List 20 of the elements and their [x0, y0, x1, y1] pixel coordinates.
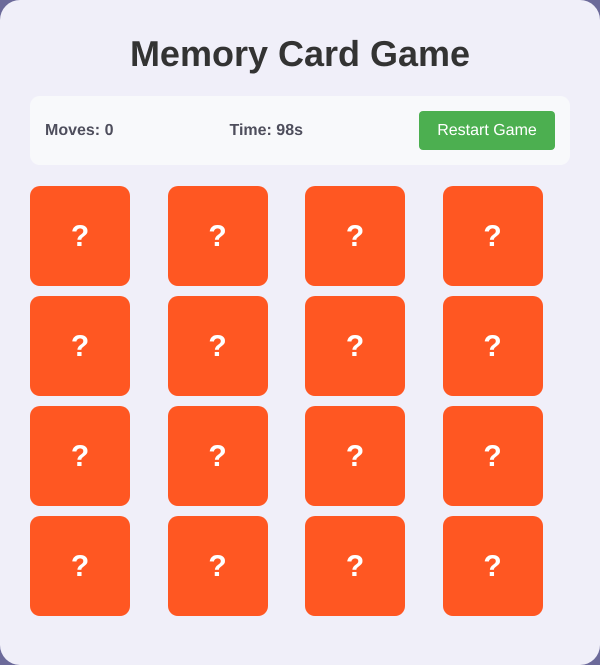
- memory-card[interactable]: ?: [168, 516, 268, 616]
- memory-card[interactable]: ?: [30, 516, 130, 616]
- restart-button[interactable]: Restart Game: [419, 111, 555, 150]
- timer: Time: 98s: [229, 120, 303, 140]
- memory-card[interactable]: ?: [305, 406, 405, 506]
- memory-card[interactable]: ?: [30, 186, 130, 286]
- memory-card[interactable]: ?: [305, 186, 405, 286]
- memory-card[interactable]: ?: [168, 406, 268, 506]
- memory-card[interactable]: ?: [305, 296, 405, 396]
- game-title: Memory Card Game: [128, 32, 472, 75]
- memory-card[interactable]: ?: [30, 406, 130, 506]
- memory-card[interactable]: ?: [168, 296, 268, 396]
- memory-card[interactable]: ?: [442, 296, 542, 396]
- memory-card[interactable]: ?: [30, 296, 130, 396]
- memory-card[interactable]: ?: [442, 186, 542, 286]
- memory-card[interactable]: ?: [168, 186, 268, 286]
- moves-counter: Moves: 0: [45, 120, 114, 140]
- memory-card[interactable]: ?: [305, 516, 405, 616]
- memory-card[interactable]: ?: [442, 516, 542, 616]
- memory-card[interactable]: ?: [442, 406, 542, 506]
